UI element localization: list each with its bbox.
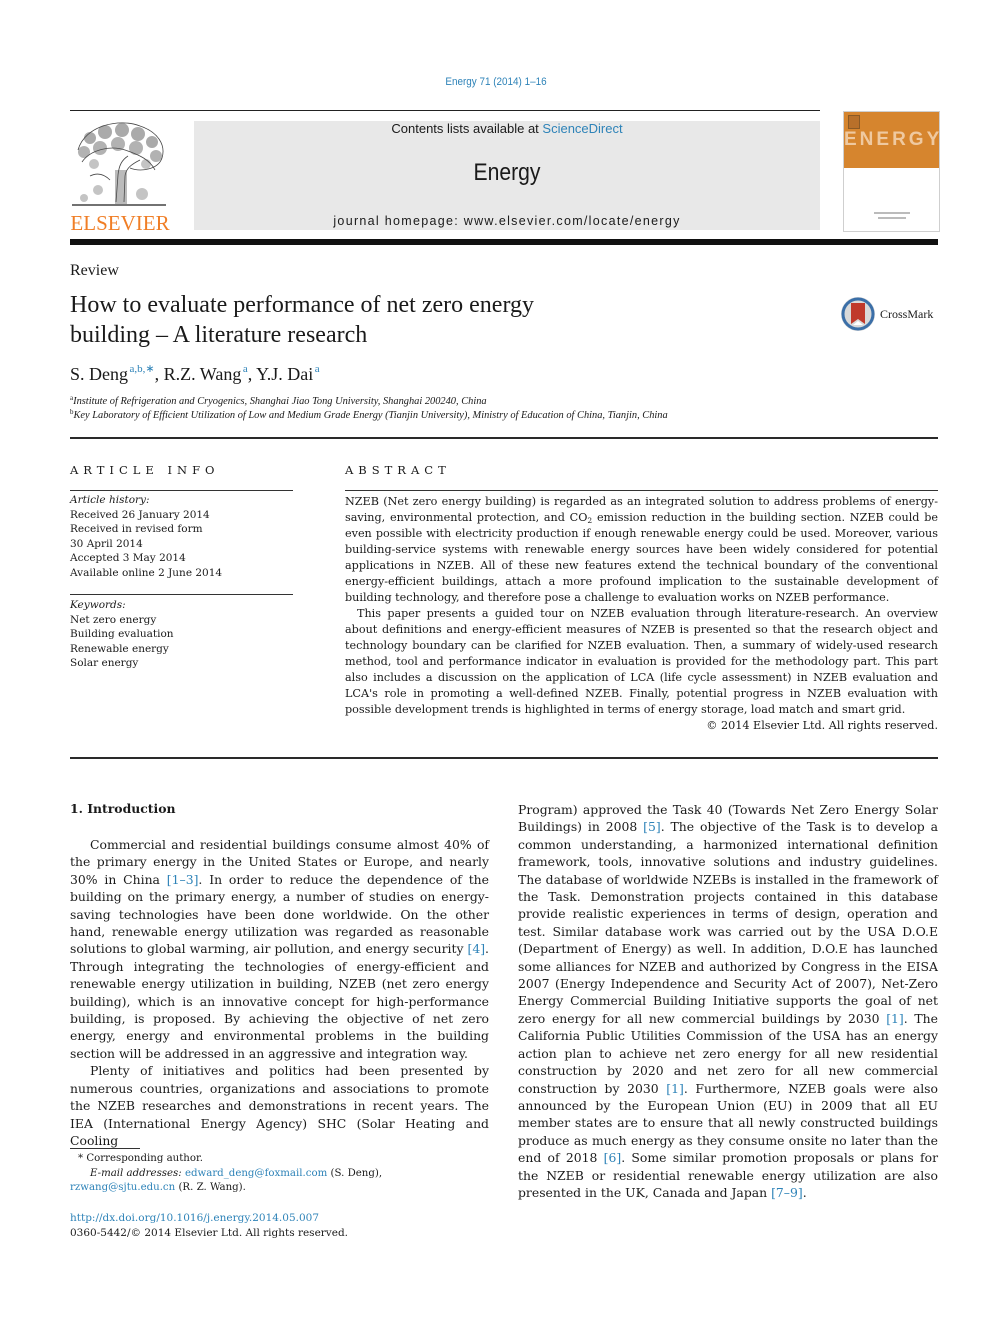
article-title: How to evaluate performance of net zero …	[70, 290, 630, 350]
elsevier-wordmark: ELSEVIER	[70, 211, 170, 235]
keyword: Building evaluation	[70, 628, 174, 640]
author-affiliation-marks[interactable]: a,b,∗	[130, 363, 155, 375]
history-entry: Received 26 January 2014	[70, 508, 210, 521]
cover-title: ENERGY	[844, 129, 940, 150]
cover-publisher-icon	[848, 115, 860, 129]
keyword: Solar energy	[70, 657, 139, 669]
article-history-label: Article history:	[70, 494, 150, 506]
keyword: Net zero energy	[70, 613, 157, 626]
journal-masthead: Contents lists available at ScienceDirec…	[194, 121, 820, 230]
masthead-rule	[70, 239, 938, 245]
article-info-rule	[70, 490, 293, 491]
crossmark-icon	[841, 297, 875, 331]
author-name[interactable]: R.Z. Wang	[164, 364, 242, 384]
affiliation-text: Institute of Refrigeration and Cryogenic…	[73, 396, 487, 407]
citation-link[interactable]: [1]	[886, 1011, 904, 1026]
author-list: S. Deng a,b,∗, R.Z. Wang a, Y.J. Dai a	[70, 362, 320, 386]
elsevier-logo[interactable]: ELSEVIER	[68, 118, 172, 234]
journal-homepage-link[interactable]: journal homepage: www.elsevier.com/locat…	[194, 214, 820, 229]
affiliation: aInstitute of Refrigeration and Cryogeni…	[70, 395, 668, 409]
history-entry: Accepted 3 May 2014	[70, 552, 186, 564]
email-owner: (R. Z. Wang).	[175, 1182, 246, 1193]
abstract-text: emission reduction in the building secti…	[345, 511, 938, 604]
email-note: E-mail addresses: edward_deng@foxmail.co…	[70, 1167, 489, 1196]
body-text: . The objective of the Task is to develo…	[518, 819, 938, 1026]
citation-link[interactable]: [1]	[666, 1081, 684, 1096]
article-title-line: How to evaluate performance of net zero …	[70, 292, 535, 318]
keywords-label: Keywords:	[70, 599, 126, 611]
footnote-rule	[70, 1148, 140, 1149]
email-owner: (S. Deng),	[327, 1167, 383, 1179]
article-info-rule	[70, 594, 293, 595]
cover-footer-text	[874, 212, 910, 214]
article-title-line: building – A literature research	[70, 322, 368, 348]
footnote-text: Corresponding author.	[83, 1153, 203, 1164]
history-entry: 30 April 2014	[70, 537, 143, 550]
affiliation-text: Key Laboratory of Efficient Utilization …	[73, 410, 668, 421]
crossmark-label: CrossMark	[880, 307, 934, 321]
corresponding-author-note: * Corresponding author.	[70, 1152, 489, 1167]
author-name[interactable]: Y.J. Dai	[256, 364, 313, 384]
email-label: E-mail addresses:	[90, 1167, 182, 1179]
sciencedirect-link[interactable]: ScienceDirect	[542, 121, 622, 136]
body-column-left: Commercial and residential buildings con…	[70, 836, 489, 1149]
affiliation-list: aInstitute of Refrigeration and Cryogeni…	[70, 395, 668, 423]
footnotes: * Corresponding author. E-mail addresses…	[70, 1152, 489, 1196]
body-text: . Through integrating the technologies o…	[70, 941, 489, 1061]
citation-link[interactable]: [6]	[604, 1150, 622, 1165]
history-entry: Received in revised form	[70, 523, 203, 535]
doi-link[interactable]: http://dx.doi.org/10.1016/j.energy.2014.…	[70, 1212, 319, 1224]
article-info-heading: ARTICLE INFO	[70, 463, 220, 477]
abstract-body: NZEB (Net zero energy building) is regar…	[345, 494, 938, 734]
citation-link[interactable]: [5]	[643, 819, 661, 834]
header-rule	[70, 110, 820, 111]
email-link[interactable]: rzwang@sjtu.edu.cn	[70, 1182, 175, 1193]
issn-copyright: 0360-5442/© 2014 Elsevier Ltd. All right…	[70, 1227, 349, 1239]
elsevier-tree-icon	[72, 122, 166, 206]
journal-cover-thumbnail[interactable]: ENERGY	[843, 111, 940, 232]
article-history: Article history: Received 26 January 201…	[70, 493, 222, 580]
citation-link[interactable]: [1–3]	[167, 872, 199, 887]
affiliation: bKey Laboratory of Efficient Utilization…	[70, 409, 668, 423]
body-paragraph: Commercial and residential buildings con…	[70, 836, 489, 1062]
body-column-right: Program) approved the Task 40 (Towards N…	[518, 801, 938, 1201]
journal-citation-link[interactable]: Energy 71 (2014) 1–16	[50, 76, 943, 88]
abstract-heading: ABSTRACT	[345, 463, 451, 477]
author-name[interactable]: S. Deng	[70, 364, 128, 384]
history-entry: Available online 2 June 2014	[70, 566, 223, 579]
crossmark-button[interactable]: CrossMark	[840, 296, 940, 334]
citation-link[interactable]: [7–9]	[771, 1185, 803, 1200]
contents-prefix: Contents lists available at	[391, 121, 543, 136]
cover-banner: ENERGY	[844, 112, 939, 168]
abstract-rule	[345, 490, 938, 491]
doi-block: http://dx.doi.org/10.1016/j.energy.2014.…	[70, 1211, 348, 1241]
contents-availability: Contents lists available at ScienceDirec…	[194, 121, 820, 137]
cover-footer-text	[878, 217, 906, 219]
journal-name: Energy	[473, 159, 541, 186]
abstract-paragraph: This paper presents a guided tour on NZE…	[345, 607, 938, 716]
body-paragraph: Program) approved the Task 40 (Towards N…	[518, 801, 938, 1201]
abstract-copyright: © 2014 Elsevier Ltd. All rights reserved…	[706, 719, 938, 732]
author-separator: ,	[247, 364, 257, 384]
body-text: .	[802, 1184, 807, 1200]
section-divider	[70, 437, 938, 439]
keyword: Renewable energy	[70, 642, 169, 655]
keywords: Keywords: Net zero energy Building evalu…	[70, 598, 174, 671]
author-affiliation-marks[interactable]: a	[315, 363, 320, 375]
author-separator: ,	[154, 364, 164, 384]
abstract-paragraph: NZEB (Net zero energy building) is regar…	[345, 494, 938, 606]
section-heading-introduction: 1. Introduction	[70, 801, 176, 816]
email-link[interactable]: edward_deng@foxmail.com	[185, 1168, 327, 1179]
body-paragraph: Plenty of initiatives and politics had b…	[70, 1063, 489, 1148]
citation-link[interactable]: [4]	[467, 941, 485, 956]
article-type: Review	[70, 262, 119, 279]
section-divider	[70, 757, 938, 759]
